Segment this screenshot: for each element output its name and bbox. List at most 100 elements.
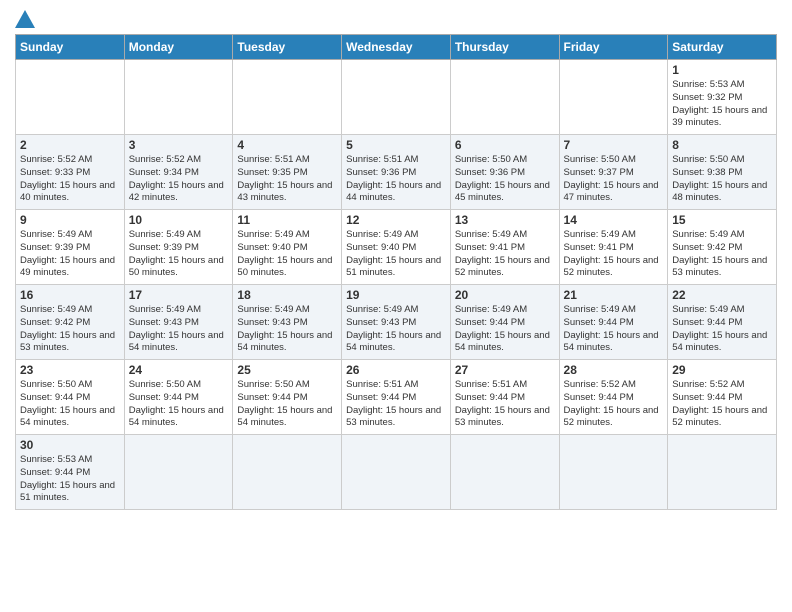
calendar-day-cell: 11Sunrise: 5:49 AM Sunset: 9:40 PM Dayli… [233,210,342,285]
day-info: Sunrise: 5:49 AM Sunset: 9:42 PM Dayligh… [20,304,120,355]
day-number: 29 [672,363,772,377]
day-number: 13 [455,213,555,227]
day-number: 12 [346,213,446,227]
day-number: 20 [455,288,555,302]
day-number: 8 [672,138,772,152]
calendar-day-cell: 8 Sunrise: 5:50 AM Sunset: 9:38 PM Daylig… [668,135,777,210]
day-info: Sunrise: 5:51 AM Sunset: 9:36 PM Dayligh… [346,154,446,205]
calendar-week-row: 30 Sunrise: 5:53 AM Sunset: 9:44 PM Dayli… [16,435,777,510]
day-of-week-header: Saturday [668,35,777,60]
day-of-week-header: Wednesday [342,35,451,60]
day-info: Sunrise: 5:49 AM Sunset: 9:39 PM Dayligh… [129,229,229,280]
day-info: Sunrise: 5:49 AM Sunset: 9:44 PM Dayligh… [455,304,555,355]
calendar-day-cell: 2 Sunrise: 5:52 AM Sunset: 9:33 PM Daylig… [16,135,125,210]
calendar-day-cell [559,60,668,135]
day-number: 21 [564,288,664,302]
day-info: Sunrise: 5:51 AM Sunset: 9:44 PM Dayligh… [346,379,446,430]
day-number: 30 [20,438,120,452]
calendar-day-cell: 19Sunrise: 5:49 AM Sunset: 9:43 PM Dayli… [342,285,451,360]
calendar-day-cell: 10 Sunrise: 5:49 AM Sunset: 9:39 PM Dayli… [124,210,233,285]
day-info: Sunrise: 5:49 AM Sunset: 9:41 PM Dayligh… [564,229,664,280]
day-info: Sunrise: 5:52 AM Sunset: 9:34 PM Dayligh… [129,154,229,205]
day-of-week-header: Monday [124,35,233,60]
header [15,10,777,28]
calendar-day-cell [233,435,342,510]
day-info: Sunrise: 5:53 AM Sunset: 9:44 PM Dayligh… [20,454,120,505]
calendar-day-cell: 15 Sunrise: 5:49 AM Sunset: 9:42 PM Dayli… [668,210,777,285]
calendar-week-row: 23Sunrise: 5:50 AM Sunset: 9:44 PM Dayli… [16,360,777,435]
calendar-day-cell: 21 Sunrise: 5:49 AM Sunset: 9:44 PM Dayli… [559,285,668,360]
day-number: 26 [346,363,446,377]
calendar-day-cell: 6 Sunrise: 5:50 AM Sunset: 9:36 PM Daylig… [450,135,559,210]
calendar-day-cell: 14 Sunrise: 5:49 AM Sunset: 9:41 PM Dayli… [559,210,668,285]
day-info: Sunrise: 5:49 AM Sunset: 9:42 PM Dayligh… [672,229,772,280]
day-info: Sunrise: 5:52 AM Sunset: 9:33 PM Dayligh… [20,154,120,205]
calendar-day-cell [342,435,451,510]
calendar-day-cell: 25 Sunrise: 5:50 AM Sunset: 9:44 PM Dayli… [233,360,342,435]
day-info: Sunrise: 5:51 AM Sunset: 9:44 PM Dayligh… [455,379,555,430]
calendar-day-cell: 3Sunrise: 5:52 AM Sunset: 9:34 PM Daylig… [124,135,233,210]
calendar-week-row: 9Sunrise: 5:49 AM Sunset: 9:39 PM Daylig… [16,210,777,285]
calendar-day-cell: 24 Sunrise: 5:50 AM Sunset: 9:44 PM Dayli… [124,360,233,435]
calendar-day-cell: 17Sunrise: 5:49 AM Sunset: 9:43 PM Dayli… [124,285,233,360]
day-number: 25 [237,363,337,377]
calendar-day-cell: 20 Sunrise: 5:49 AM Sunset: 9:44 PM Dayli… [450,285,559,360]
calendar-day-cell: 30 Sunrise: 5:53 AM Sunset: 9:44 PM Dayli… [16,435,125,510]
calendar-day-cell: 23Sunrise: 5:50 AM Sunset: 9:44 PM Dayli… [16,360,125,435]
day-number: 15 [672,213,772,227]
day-info: Sunrise: 5:49 AM Sunset: 9:39 PM Dayligh… [20,229,120,280]
day-number: 17 [129,288,229,302]
day-info: Sunrise: 5:49 AM Sunset: 9:41 PM Dayligh… [455,229,555,280]
calendar-day-cell: 4 Sunrise: 5:51 AM Sunset: 9:35 PM Daylig… [233,135,342,210]
day-number: 10 [129,213,229,227]
day-info: Sunrise: 5:50 AM Sunset: 9:36 PM Dayligh… [455,154,555,205]
day-number: 2 [20,138,120,152]
day-info: Sunrise: 5:49 AM Sunset: 9:44 PM Dayligh… [672,304,772,355]
calendar-day-cell [559,435,668,510]
calendar-day-cell: 5 Sunrise: 5:51 AM Sunset: 9:36 PM Daylig… [342,135,451,210]
day-info: Sunrise: 5:50 AM Sunset: 9:44 PM Dayligh… [237,379,337,430]
calendar-day-cell: 28Sunrise: 5:52 AM Sunset: 9:44 PM Dayli… [559,360,668,435]
day-number: 7 [564,138,664,152]
calendar-day-cell: 13 Sunrise: 5:49 AM Sunset: 9:41 PM Dayli… [450,210,559,285]
calendar-day-cell: 12Sunrise: 5:49 AM Sunset: 9:40 PM Dayli… [342,210,451,285]
logo [15,10,39,28]
calendar-day-cell [124,60,233,135]
day-info: Sunrise: 5:52 AM Sunset: 9:44 PM Dayligh… [564,379,664,430]
day-info: Sunrise: 5:49 AM Sunset: 9:44 PM Dayligh… [564,304,664,355]
calendar-week-row: 1Sunrise: 5:53 AM Sunset: 9:32 PM Daylig… [16,60,777,135]
day-number: 5 [346,138,446,152]
calendar-day-cell [450,435,559,510]
day-number: 6 [455,138,555,152]
calendar-day-cell [124,435,233,510]
day-info: Sunrise: 5:49 AM Sunset: 9:43 PM Dayligh… [237,304,337,355]
day-number: 18 [237,288,337,302]
day-number: 27 [455,363,555,377]
day-number: 1 [672,63,772,77]
calendar-day-cell: 22Sunrise: 5:49 AM Sunset: 9:44 PM Dayli… [668,285,777,360]
calendar-week-row: 2 Sunrise: 5:52 AM Sunset: 9:33 PM Daylig… [16,135,777,210]
calendar-day-cell [668,435,777,510]
day-info: Sunrise: 5:49 AM Sunset: 9:43 PM Dayligh… [346,304,446,355]
calendar-day-cell [342,60,451,135]
calendar-day-cell: 1Sunrise: 5:53 AM Sunset: 9:32 PM Daylig… [668,60,777,135]
calendar-day-cell: 18 Sunrise: 5:49 AM Sunset: 9:43 PM Dayli… [233,285,342,360]
day-number: 4 [237,138,337,152]
calendar-header-row: SundayMondayTuesdayWednesdayThursdayFrid… [16,35,777,60]
calendar-day-cell: 29 Sunrise: 5:52 AM Sunset: 9:44 PM Dayli… [668,360,777,435]
day-of-week-header: Thursday [450,35,559,60]
day-info: Sunrise: 5:50 AM Sunset: 9:44 PM Dayligh… [20,379,120,430]
day-number: 24 [129,363,229,377]
day-number: 11 [237,213,337,227]
logo-triangle-icon [15,10,35,28]
day-info: Sunrise: 5:52 AM Sunset: 9:44 PM Dayligh… [672,379,772,430]
day-info: Sunrise: 5:51 AM Sunset: 9:35 PM Dayligh… [237,154,337,205]
calendar-day-cell: 7Sunrise: 5:50 AM Sunset: 9:37 PM Daylig… [559,135,668,210]
day-of-week-header: Friday [559,35,668,60]
day-info: Sunrise: 5:50 AM Sunset: 9:38 PM Dayligh… [672,154,772,205]
day-number: 14 [564,213,664,227]
logo-blue-text [15,10,39,28]
calendar-day-cell [233,60,342,135]
day-info: Sunrise: 5:50 AM Sunset: 9:44 PM Dayligh… [129,379,229,430]
calendar-day-cell: 27 Sunrise: 5:51 AM Sunset: 9:44 PM Dayli… [450,360,559,435]
